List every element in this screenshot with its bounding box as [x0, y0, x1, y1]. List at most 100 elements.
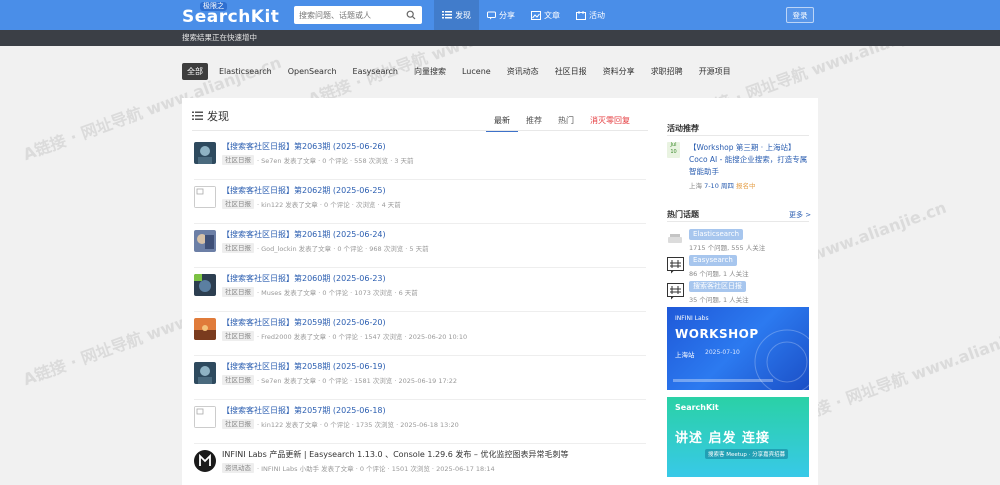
avatar[interactable]: [194, 230, 216, 252]
main-nav: 发现 分享 文章 活动: [434, 0, 613, 30]
article-title[interactable]: 【搜索客社区日报】第2059期 (2025-06-20): [222, 317, 386, 328]
tag-elasticsearch[interactable]: Elasticsearch: [214, 63, 277, 80]
nav-article[interactable]: 文章: [523, 0, 568, 30]
event-title[interactable]: 【Workshop 第三期 · 上海站】Coco AI - 能搜企业搜索，打造专…: [689, 142, 813, 178]
article-title[interactable]: 【搜索客社区日报】第2061期 (2025-06-24): [222, 229, 386, 240]
nav-share[interactable]: 分享: [479, 0, 523, 30]
nav-activity[interactable]: 活动: [568, 0, 613, 30]
calendar-day: 10: [670, 149, 677, 155]
article-meta: 社区日报 · Fred2000 发表了文章 · 0 个评论 · 1547 次浏览 …: [222, 331, 467, 341]
article-meta-text: · Fred2000 发表了文章 · 0 个评论 · 1547 次浏览 · 20…: [257, 333, 468, 341]
banner-city: 上海站: [675, 351, 695, 359]
article-title[interactable]: 【搜索客社区日报】第2062期 (2025-06-25): [222, 185, 386, 196]
avatar[interactable]: [194, 318, 216, 340]
workshop-banner[interactable]: INFINI Labs WORKSHOP 上海站 2025-07-10: [667, 307, 809, 390]
article-meta: 社区日报 · kin122 发表了文章 · 0 个评论 · 1735 次浏览 · …: [222, 419, 459, 429]
article-title[interactable]: 【搜索客社区日报】第2063期 (2025-06-26): [222, 141, 386, 152]
list-item: INFINI Labs 产品更新 | Easysearch 1.13.0 、Co…: [194, 444, 646, 485]
avatar[interactable]: [194, 450, 216, 472]
tag-open-source[interactable]: 开源项目: [694, 63, 736, 80]
avatar[interactable]: [194, 406, 216, 428]
nav-discover[interactable]: 发现: [434, 0, 479, 30]
article-title[interactable]: 【搜索客社区日报】第2057期 (2025-06-18): [222, 405, 386, 416]
avatar[interactable]: [194, 274, 216, 296]
right-sidebar: 活动推荐 Jul 10 【Workshop 第三期 · 上海站】Coco AI -…: [658, 98, 818, 485]
topic-name[interactable]: 搜索客社区日报: [689, 281, 746, 292]
article-meta-text: · Se7en 发表了文章 · 0 个评论 · 558 次浏览 · 3 天前: [257, 157, 414, 165]
list-item: 【搜索客社区日报】第2061期 (2025-06-24) 社区日报 · God_l…: [194, 224, 646, 268]
event-status: 报名中: [735, 182, 756, 190]
tag-opensearch[interactable]: OpenSearch: [283, 63, 342, 80]
category-badge[interactable]: 社区日报: [222, 375, 254, 385]
activity-icon: [576, 10, 586, 20]
hash-icon: [667, 257, 684, 274]
article-title[interactable]: 【搜索客社区日报】第2060期 (2025-06-23): [222, 273, 386, 284]
category-tags: 全部 Elasticsearch OpenSearch Easysearch 向…: [182, 63, 736, 80]
tag-jobs[interactable]: 求职招聘: [646, 63, 688, 80]
list-icon: [192, 111, 203, 120]
article-title[interactable]: INFINI Labs 产品更新 | Easysearch 1.13.0 、Co…: [222, 449, 568, 460]
article-title[interactable]: 【搜索客社区日报】第2058期 (2025-06-19): [222, 361, 386, 372]
event-meta: 上海 7-10 周四 报名中: [689, 180, 755, 190]
notice-bar: 搜索结果正在快速增中: [0, 30, 1000, 46]
page-title: 发现: [207, 110, 229, 123]
banner-cta: 搜索客 Meetup · 分享嘉宾招募: [705, 449, 789, 459]
avatar[interactable]: [194, 186, 216, 208]
topic-item[interactable]: Elasticsearch 1715 个问题, 555 人关注: [667, 229, 812, 253]
topic-name[interactable]: Easysearch: [689, 255, 737, 266]
discover-heading: 发现: [192, 108, 229, 124]
search-icon[interactable]: [404, 8, 418, 22]
tag-vector-search[interactable]: 向量搜索: [409, 63, 451, 80]
article-meta: 社区日报 · kin122 发表了文章 · 0 个评论 · 次浏览 · 4 天前: [222, 199, 401, 209]
login-button[interactable]: 登录: [786, 7, 814, 23]
nav-discover-label: 发现: [455, 10, 471, 20]
meetup-banner[interactable]: SearchKit 讲述 启发 连接 搜索客 Meetup · 分享嘉宾招募: [667, 397, 809, 477]
category-badge[interactable]: 社区日报: [222, 199, 254, 209]
topics-heading: 热门话题: [667, 210, 699, 219]
calendar-icon: Jul 10: [667, 142, 680, 158]
more-topics-link[interactable]: 更多 >: [789, 210, 811, 220]
article-meta: 资讯动态 · INFINI Labs 小助手 发表了文章 · 0 个评论 · 15…: [222, 463, 495, 473]
divider: [192, 130, 648, 131]
tag-community-daily[interactable]: 社区日报: [550, 63, 592, 80]
tag-easysearch[interactable]: Easysearch: [348, 63, 403, 80]
category-badge[interactable]: 资讯动态: [222, 463, 254, 473]
calendar-month: Jul: [670, 142, 677, 148]
logo-sub-text: 极限之: [200, 2, 227, 11]
topic-item[interactable]: 搜索客社区日报 35 个问题, 1 人关注: [667, 281, 812, 305]
divider: [667, 221, 809, 222]
list-item: 【搜索客社区日报】第2062期 (2025-06-25) 社区日报 · kin12…: [194, 180, 646, 224]
article-meta: 社区日报 · Se7en 发表了文章 · 0 个评论 · 558 次浏览 · 3 …: [222, 155, 414, 165]
topic-name[interactable]: Elasticsearch: [689, 229, 744, 240]
search-input[interactable]: [294, 7, 404, 23]
category-badge[interactable]: 社区日报: [222, 419, 254, 429]
topic-item[interactable]: Easysearch 86 个问题, 1 人关注: [667, 255, 812, 279]
article-list: 【搜索客社区日报】第2063期 (2025-06-26) 社区日报 · Se7en…: [194, 136, 646, 485]
top-navigation-bar: 极限之 SearchKit 发现 分享 文章 活动 登录: [0, 0, 1000, 30]
banner-date: 2025-07-10: [705, 349, 740, 356]
category-badge[interactable]: 社区日报: [222, 155, 254, 165]
event-city: 上海: [689, 182, 702, 190]
site-logo[interactable]: 极限之 SearchKit: [182, 2, 279, 27]
article-meta-text: · Se7en 发表了文章 · 0 个评论 · 1581 次浏览 · 2025-…: [257, 377, 458, 385]
discover-panel: 发现 最新 推荐 热门 消灭零回复 【搜索客社区日报】第2063期 (2025-…: [182, 98, 658, 485]
nav-share-label: 分享: [499, 10, 515, 20]
category-badge[interactable]: 社区日报: [222, 331, 254, 341]
banner-title: 讲述 启发 连接: [675, 431, 771, 446]
article-meta: 社区日报 · Se7en 发表了文章 · 0 个评论 · 1581 次浏览 · 2…: [222, 375, 457, 385]
avatar[interactable]: [194, 142, 216, 164]
share-icon: [487, 11, 496, 19]
hash-icon: [667, 283, 684, 300]
category-badge[interactable]: 社区日报: [222, 243, 254, 253]
search-box: [294, 6, 422, 24]
tag-all[interactable]: 全部: [182, 63, 208, 80]
list-item: 【搜索客社区日报】第2057期 (2025-06-18) 社区日报 · kin12…: [194, 400, 646, 444]
event-date: 7-10 周四: [704, 182, 734, 190]
banner-title: WORKSHOP: [675, 327, 759, 341]
banner-brand: SearchKit: [675, 403, 719, 412]
tag-news[interactable]: 资讯动态: [502, 63, 544, 80]
category-badge[interactable]: 社区日报: [222, 287, 254, 297]
tag-resources[interactable]: 资料分享: [598, 63, 640, 80]
tag-lucene[interactable]: Lucene: [457, 63, 496, 80]
avatar[interactable]: [194, 362, 216, 384]
